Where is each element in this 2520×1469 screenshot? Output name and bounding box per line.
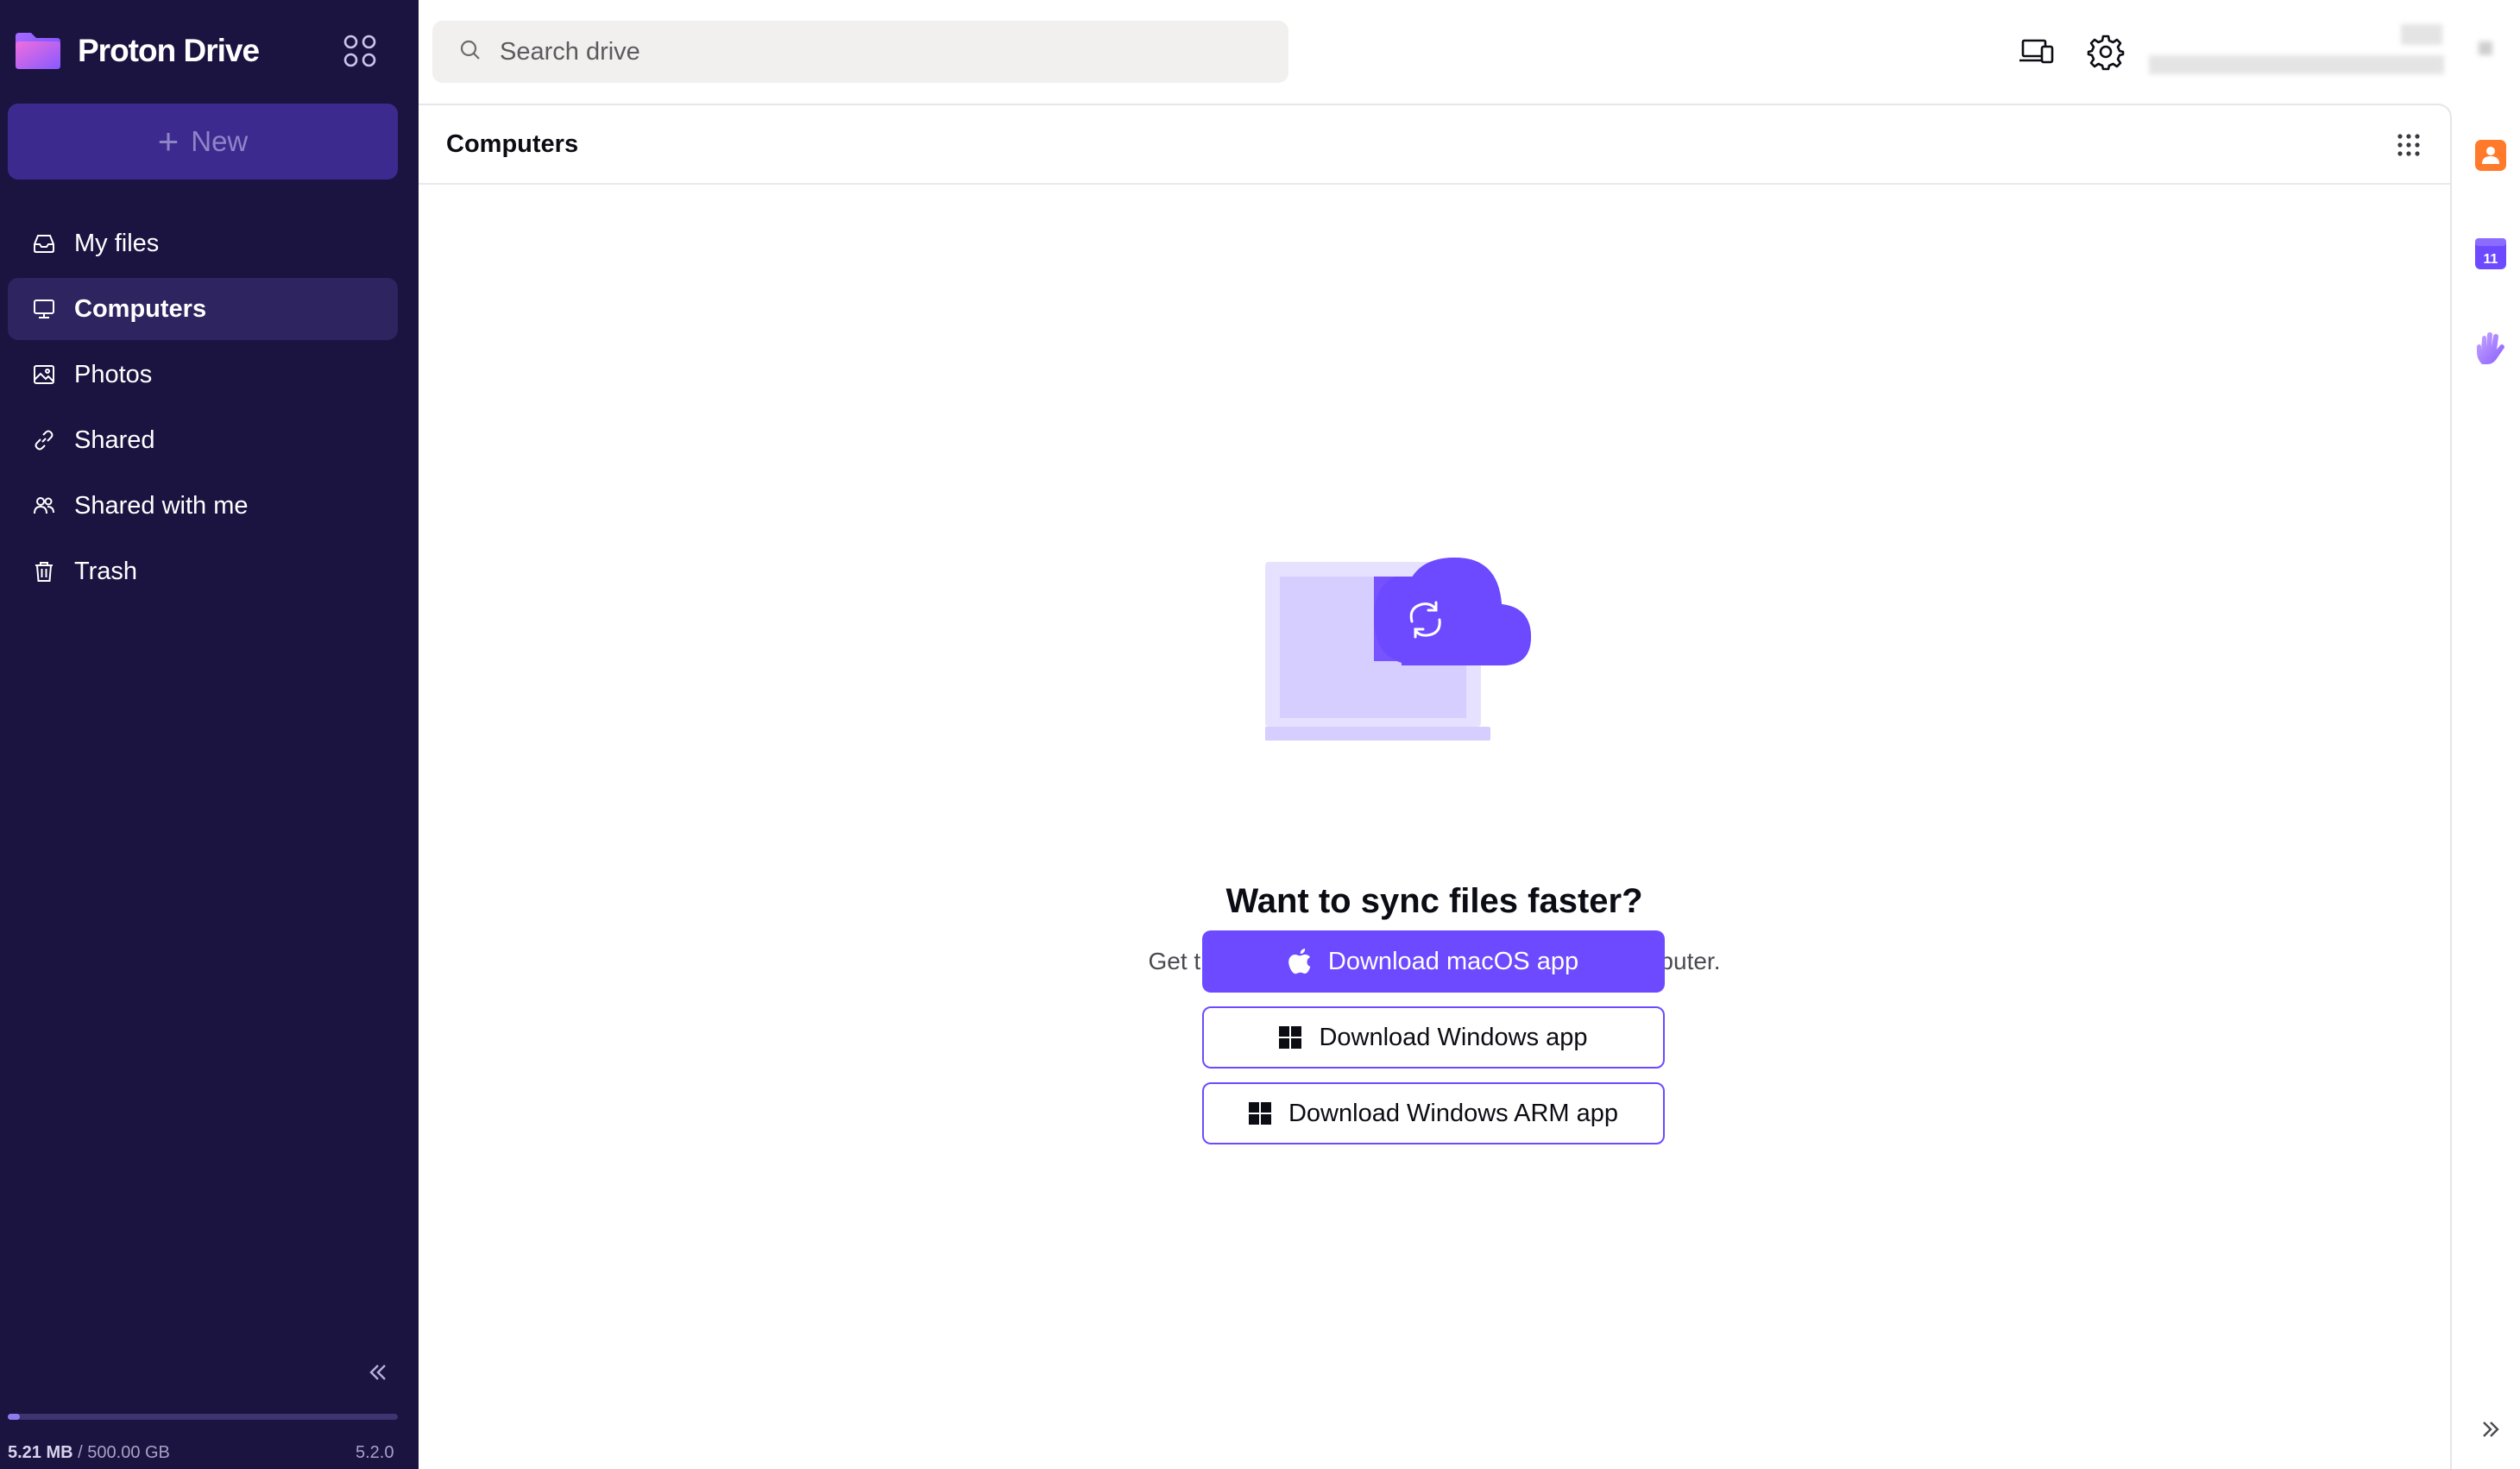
devices-icon[interactable] (2018, 33, 2056, 71)
account-avatar[interactable] (2479, 41, 2492, 55)
proton-drive-logo-icon (16, 33, 60, 69)
sidebar-item-label: Trash (74, 557, 138, 585)
collapse-sidebar-icon[interactable] (364, 1359, 392, 1386)
account-email-redacted[interactable] (2149, 55, 2444, 74)
trash-icon (31, 558, 57, 584)
sidebar-item-label: Shared with me (74, 491, 249, 520)
account-name-redacted (2401, 24, 2442, 45)
storage-usage: 5.21 MB / 500.00 GB (8, 1443, 170, 1463)
new-button[interactable]: + New (8, 104, 398, 180)
download-macos-button[interactable]: Download macOS app (1202, 930, 1665, 993)
app-logo[interactable]: Proton Drive (14, 29, 260, 73)
download-windows-arm-label: Download Windows ARM app (1288, 1099, 1618, 1127)
sidebar-item-label: Shared (74, 426, 155, 454)
apps-switcher-icon[interactable] (342, 33, 378, 69)
storage-separator: / (72, 1443, 88, 1462)
search-bar[interactable] (432, 21, 1288, 83)
inbox-icon (31, 230, 57, 256)
app-name: Proton Drive (78, 33, 260, 68)
storage-progress-bar (8, 1414, 398, 1420)
storage-used: 5.21 MB (8, 1443, 73, 1462)
image-icon (31, 362, 57, 388)
new-button-label: New (191, 125, 249, 157)
users-icon (31, 493, 57, 519)
sidebar-item-photos[interactable]: Photos (8, 344, 398, 406)
sidebar-item-label: Photos (74, 360, 153, 388)
sidebar-nav: My files Computers Photos Shared Shared … (8, 212, 398, 606)
expand-rail-icon[interactable] (2477, 1415, 2504, 1443)
windows-icon (1248, 1102, 1271, 1125)
download-windows-button[interactable]: Download Windows app (1202, 1006, 1665, 1069)
sidebar-item-computers[interactable]: Computers (8, 278, 398, 340)
sidebar-item-shared-with-me[interactable]: Shared with me (8, 475, 398, 537)
monitor-icon (31, 296, 57, 322)
grid-view-icon[interactable] (2395, 131, 2422, 159)
windows-icon (1279, 1026, 1302, 1049)
sidebar-item-label: Computers (74, 294, 207, 323)
sidebar-item-shared[interactable]: Shared (8, 409, 398, 471)
sidebar-item-trash[interactable]: Trash (8, 540, 398, 602)
search-icon (458, 38, 482, 66)
link-icon (31, 427, 57, 453)
page-title: Computers (446, 129, 579, 158)
sync-cloud-laptop-illustration (1265, 558, 1531, 741)
storage-total: 500.00 GB (87, 1443, 170, 1462)
download-windows-arm-button[interactable]: Download Windows ARM app (1202, 1082, 1665, 1144)
contacts-app-icon[interactable] (2473, 138, 2508, 173)
settings-gear-icon[interactable] (2087, 33, 2125, 71)
empty-state-headline: Want to sync files faster? (1225, 882, 1643, 920)
sidebar-item-my-files[interactable]: My files (8, 212, 398, 274)
plus-icon: + (157, 121, 180, 161)
app-version: 5.2.0 (356, 1443, 394, 1462)
main-header: Computers (419, 105, 2450, 185)
sidebar-item-label: My files (74, 229, 160, 257)
wave-hand-icon[interactable] (2473, 331, 2508, 366)
sidebar: Proton Drive + New My files Computers Ph… (0, 0, 419, 1469)
calendar-app-icon[interactable]: 11 (2473, 236, 2508, 271)
search-input[interactable] (500, 37, 1276, 66)
calendar-day: 11 (2484, 252, 2498, 267)
download-windows-label: Download Windows app (1319, 1023, 1588, 1051)
main-panel: Computers Want to sync files faster? Get… (419, 104, 2452, 1469)
download-macos-label: Download macOS app (1327, 947, 1579, 975)
apple-icon (1288, 949, 1311, 974)
storage-progress-fill (8, 1414, 20, 1420)
